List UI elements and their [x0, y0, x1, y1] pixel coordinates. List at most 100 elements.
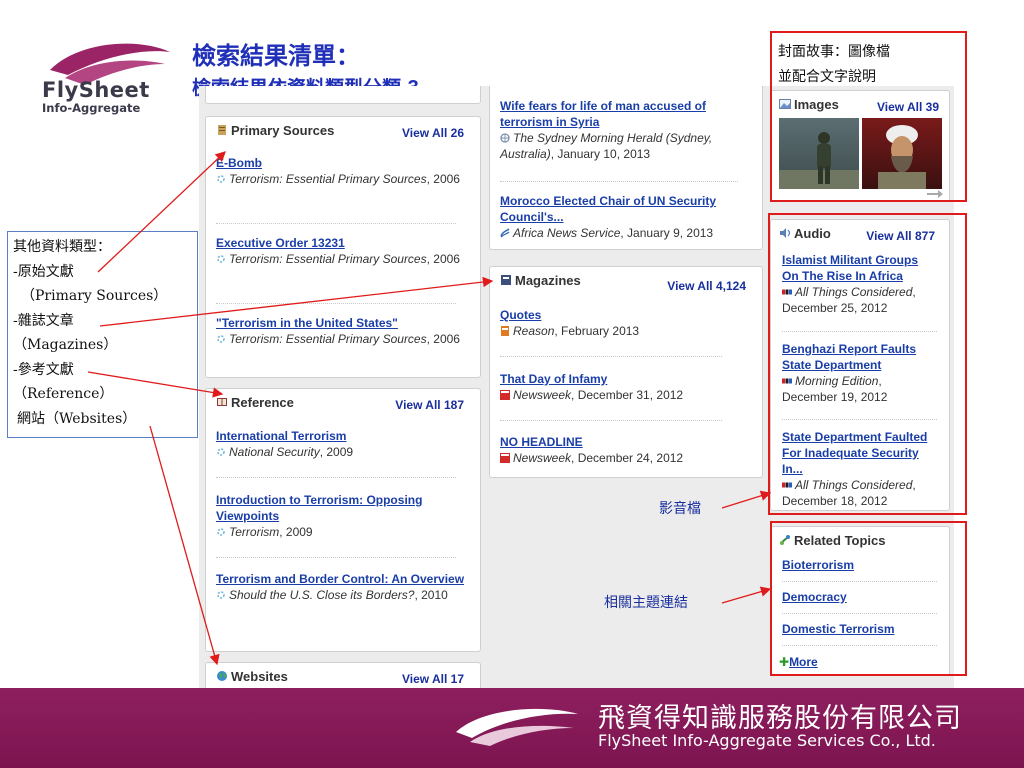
- magazine-icon: [501, 275, 511, 285]
- item-date: , December 31, 2012: [571, 388, 684, 402]
- footer-company-en: FlySheet Info-Aggregate Services Co., Lt…: [598, 731, 936, 750]
- other-types-line8: 網站（Websites）: [17, 410, 137, 427]
- reference-view-all-link[interactable]: View All 187: [395, 398, 464, 412]
- sparkle-icon: [217, 528, 225, 536]
- item-source-name: Reason: [513, 324, 555, 338]
- primary-sources-panel: Primary Sources View All 26 E-Bomb Terro…: [205, 116, 481, 378]
- item-date: , January 9, 2013: [620, 226, 714, 240]
- magazine-cover-icon: [500, 390, 510, 400]
- list-item: That Day of Infamy Newsweek, December 31…: [500, 371, 750, 403]
- magazines-panel: Magazines View All 4,124 Quotes Reason, …: [489, 266, 763, 478]
- sparkle-icon: [217, 448, 225, 456]
- item-source-name: Terrorism: Essential Primary Sources: [229, 172, 427, 186]
- logo-text: FlySheet Info-Aggregate: [42, 78, 150, 115]
- item-date: , 2009: [279, 525, 313, 539]
- news-link-1[interactable]: Wife fears for life of man accused of te…: [500, 98, 750, 130]
- list-item: NO HEADLINE Newsweek, December 24, 2012: [500, 434, 750, 466]
- magazine-link-3[interactable]: NO HEADLINE: [500, 434, 750, 450]
- magazine-link-2[interactable]: That Day of Infamy: [500, 371, 750, 387]
- item-date: , 2006: [426, 172, 460, 186]
- other-types-line1: 其他資料類型：: [13, 239, 111, 255]
- reference-title: Reference: [231, 395, 294, 410]
- item-source: Africa News Service, January 9, 2013: [500, 225, 750, 241]
- primary-sources-view-all-link[interactable]: View All 26: [402, 126, 464, 140]
- cover-story-note-line2: 並配合文字說明: [778, 69, 876, 85]
- panel-stub-top: [205, 86, 481, 104]
- item-source-name: Newsweek: [513, 388, 572, 402]
- other-types-line7: （Reference）: [13, 386, 114, 402]
- websites-header: Websites View All 17: [216, 669, 470, 687]
- other-types-line6: -參考文獻: [13, 361, 74, 378]
- list-item: Morocco Elected Chair of UN Security Cou…: [500, 193, 750, 241]
- reference-header: Reference View All 187: [216, 395, 470, 413]
- list-item: Executive Order 13231 Terrorism: Essenti…: [216, 235, 468, 267]
- list-item: E-Bomb Terrorism: Essential Primary Sour…: [216, 155, 468, 187]
- item-source-name: Africa News Service: [513, 226, 621, 240]
- item-source: Newsweek, December 24, 2012: [500, 450, 750, 466]
- item-source: Terrorism: Essential Primary Sources, 20…: [216, 331, 468, 347]
- primary-source-link-1[interactable]: E-Bomb: [216, 155, 468, 171]
- reference-link-1[interactable]: International Terrorism: [216, 428, 468, 444]
- footer-swoosh-logo: [456, 708, 578, 746]
- globe-icon: [217, 671, 227, 681]
- news-link-2[interactable]: Morocco Elected Chair of UN Security Cou…: [500, 193, 750, 225]
- primary-source-link-2[interactable]: Executive Order 13231: [216, 235, 468, 251]
- item-source-name: Newsweek: [513, 451, 572, 465]
- separator: [216, 557, 456, 558]
- magazine-cover-icon: [501, 326, 509, 336]
- cover-story-note-line1: 封面故事：圖像檔: [778, 44, 890, 60]
- separator: [216, 303, 456, 304]
- list-item: International Terrorism National Securit…: [216, 428, 468, 460]
- list-item: Quotes Reason, February 2013: [500, 307, 750, 339]
- item-source-name: Terrorism: Essential Primary Sources: [229, 252, 427, 266]
- book-icon: [217, 398, 227, 406]
- item-source: Terrorism: Essential Primary Sources, 20…: [216, 171, 468, 187]
- separator: [500, 356, 722, 357]
- list-item: Introduction to Terrorism: Opposing View…: [216, 492, 468, 540]
- cover-story-note: 封面故事：圖像檔 並配合文字說明: [778, 40, 890, 90]
- sparkle-icon: [217, 255, 225, 263]
- primary-source-link-3[interactable]: "Terrorism in the United States": [216, 315, 468, 331]
- other-types-line5: （Magazines）: [13, 337, 118, 353]
- item-source-name: Terrorism: Essential Primary Sources: [229, 332, 427, 346]
- item-source-name: National Security: [229, 445, 320, 459]
- sparkle-icon: [217, 175, 225, 183]
- newspaper-globe-icon: [500, 133, 510, 143]
- sparkle-icon: [217, 591, 225, 599]
- magazine-link-1[interactable]: Quotes: [500, 307, 750, 323]
- logo-subtitle: Info-Aggregate: [42, 101, 141, 115]
- websites-view-all-link[interactable]: View All 17: [402, 672, 464, 686]
- footer-company-cn: 飛資得知識服務股份有限公司: [598, 703, 962, 734]
- item-source: Terrorism: Essential Primary Sources, 20…: [216, 251, 468, 267]
- item-date: , February 2013: [554, 324, 640, 338]
- separator: [216, 477, 456, 478]
- separator: [216, 223, 456, 224]
- magazines-header: Magazines View All 4,124: [500, 273, 752, 293]
- item-date: , December 24, 2012: [571, 451, 684, 465]
- audio-video-note: 影音檔: [659, 501, 701, 517]
- scroll-icon: [218, 125, 226, 135]
- magazine-cover-icon: [500, 453, 510, 463]
- primary-sources-title: Primary Sources: [231, 123, 335, 138]
- reference-link-2[interactable]: Introduction to Terrorism: Opposing View…: [216, 492, 468, 524]
- separator: [500, 420, 722, 421]
- list-item: Terrorism and Border Control: An Overvie…: [216, 571, 468, 603]
- list-item: "Terrorism in the United States" Terrori…: [216, 315, 468, 347]
- item-source-name: Terrorism: [229, 525, 280, 539]
- websites-title: Websites: [231, 669, 288, 684]
- item-source: National Security, 2009: [216, 444, 468, 460]
- item-date: , 2009: [319, 445, 354, 459]
- magazines-title: Magazines: [515, 273, 581, 288]
- logo-brand: FlySheet: [42, 78, 150, 102]
- item-date: , 2010: [414, 588, 448, 602]
- separator: [500, 181, 738, 182]
- item-source: Reason, February 2013: [500, 323, 750, 339]
- related-links-note: 相關主題連結: [604, 595, 688, 611]
- other-types-line3: （Primary Sources）: [21, 288, 168, 304]
- magazines-view-all-link[interactable]: View All 4,124: [667, 279, 746, 293]
- footer-band: 飛資得知識服務股份有限公司 FlySheet Info-Aggregate Se…: [0, 688, 1024, 768]
- reference-panel: Reference View All 187 International Ter…: [205, 388, 481, 652]
- annotation-box-related-topics: [770, 521, 967, 676]
- reference-link-3[interactable]: Terrorism and Border Control: An Overvie…: [216, 571, 468, 587]
- item-date: , 2006: [426, 332, 460, 346]
